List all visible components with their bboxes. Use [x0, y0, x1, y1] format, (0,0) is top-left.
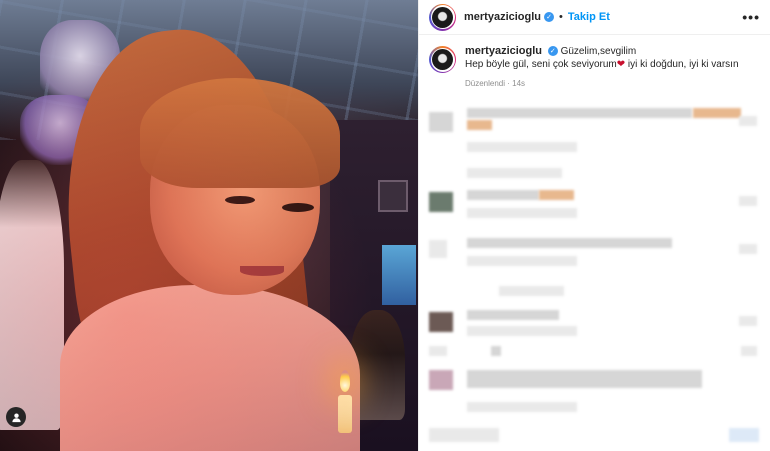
comment-like-blurred[interactable]	[739, 116, 757, 126]
comment-like-blurred[interactable]	[739, 316, 757, 326]
comment-text-blurred	[467, 120, 492, 130]
comment-like-blurred[interactable]	[739, 196, 757, 206]
comment-meta-blurred	[467, 142, 577, 152]
post-caption: mertyazicioglu ✓ Güzelim,sevgilim Hep bö…	[419, 35, 770, 90]
caption-author-avatar[interactable]	[429, 46, 456, 73]
comment-like-blurred[interactable]	[739, 244, 757, 254]
comments-list	[419, 100, 770, 451]
verified-badge-icon: ✓	[544, 12, 555, 22]
caption-line-2-end: iyi ki doğdun, iyi ki varsın	[625, 59, 739, 70]
comment-text-blurred	[467, 370, 702, 388]
comment-text-blurred	[693, 108, 741, 118]
person-icon	[11, 412, 21, 422]
comment-action-blurred[interactable]	[729, 428, 759, 442]
caption-line-2: Hep böyle gül, seni çok seviyorum	[465, 59, 617, 70]
post-photo[interactable]	[0, 0, 418, 451]
comment-text-blurred	[429, 428, 499, 442]
post-side-panel: mertyazicioglu ✓ • Takip Et ••• mertyazi…	[418, 0, 770, 451]
more-options-icon[interactable]: •••	[742, 9, 760, 25]
comment-text-blurred	[491, 346, 501, 356]
follow-button[interactable]: Takip Et	[568, 11, 610, 23]
comment-avatar[interactable]	[429, 192, 453, 212]
author-username[interactable]: mertyazicioglu	[464, 11, 541, 23]
comment-meta-blurred	[467, 168, 562, 178]
author-avatar[interactable]	[429, 3, 456, 31]
verified-badge-icon: ✓	[547, 46, 558, 57]
comment-avatar[interactable]	[429, 346, 447, 356]
photo-light-glow	[0, 0, 418, 451]
comment-like-blurred[interactable]	[741, 346, 757, 356]
comment-avatar[interactable]	[429, 370, 453, 390]
comment-text-blurred	[539, 190, 574, 200]
comment-avatar[interactable]	[429, 312, 453, 332]
comment-text-blurred	[467, 190, 539, 200]
comment-text-blurred	[467, 238, 672, 248]
comment-meta-blurred	[467, 256, 577, 266]
comment-meta-blurred	[467, 326, 577, 336]
comment-avatar[interactable]	[429, 112, 453, 132]
caption-meta: Düzenlendi · 14s	[465, 79, 526, 88]
user-tag-icon[interactable]	[6, 407, 26, 427]
caption-body: mertyazicioglu ✓ Güzelim,sevgilim Hep bö…	[465, 45, 739, 90]
post-header: mertyazicioglu ✓ • Takip Et •••	[419, 0, 770, 35]
comment-meta-blurred	[499, 286, 564, 296]
separator-dot: •	[559, 11, 563, 23]
comment-text-blurred	[467, 108, 692, 118]
caption-line-1: Güzelim,sevgilim	[560, 46, 637, 57]
comment-text-blurred	[467, 310, 559, 320]
comment-meta-blurred	[467, 208, 577, 218]
comment-meta-blurred	[467, 402, 577, 412]
caption-username[interactable]: mertyazicioglu	[465, 45, 542, 57]
heart-emoji-icon: ❤	[616, 59, 626, 70]
comment-avatar[interactable]	[429, 240, 447, 258]
